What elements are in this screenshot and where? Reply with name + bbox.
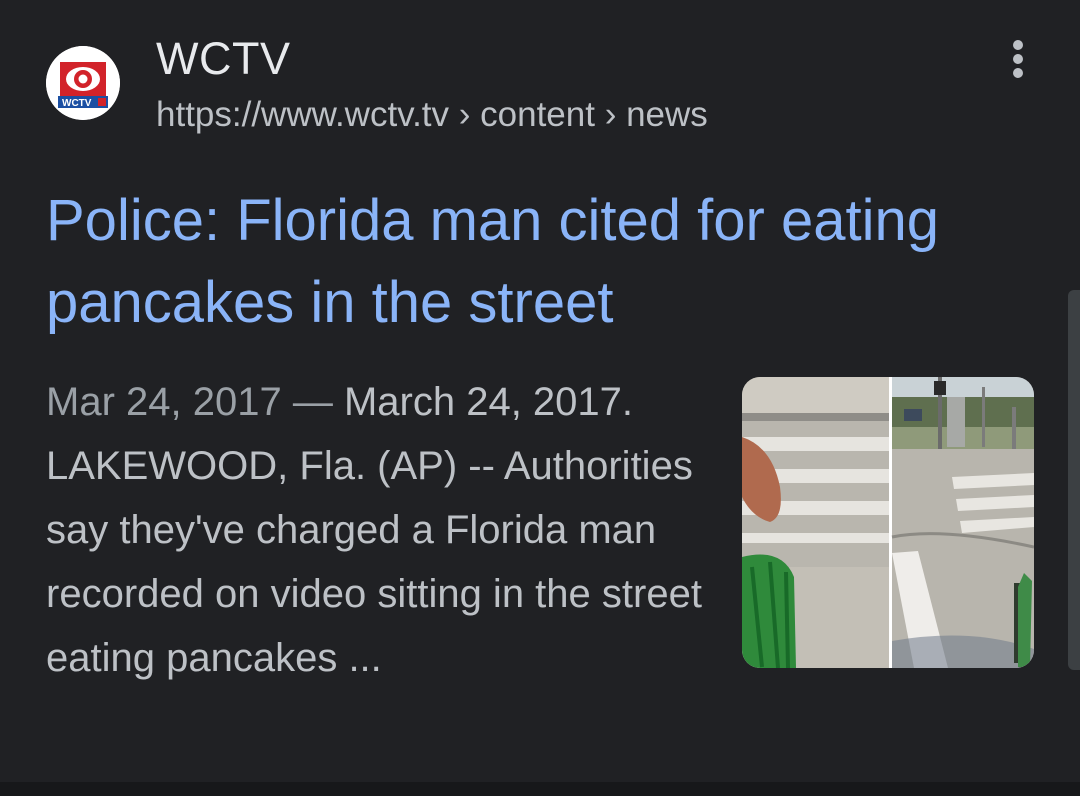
- breadcrumb-separator: ›: [604, 95, 617, 134]
- street-photo-thumbnail[interactable]: [742, 377, 1034, 668]
- result-title-link[interactable]: Police: Florida man cited for eating pan…: [46, 180, 1046, 344]
- more-vert-icon[interactable]: [1000, 36, 1036, 82]
- scroll-indicator[interactable]: [1068, 290, 1080, 670]
- site-name[interactable]: WCTV: [156, 33, 290, 85]
- url-path-news: news: [626, 95, 708, 134]
- wctv-logo-icon[interactable]: WCTV: [46, 46, 120, 120]
- result-snippet: Mar 24, 2017 — March 24, 2017. LAKEWOOD,…: [46, 370, 706, 690]
- date-separator: —: [292, 380, 333, 424]
- site-breadcrumb-url[interactable]: https://www.wctv.tv › content › news: [156, 95, 708, 135]
- url-host: https://www.wctv.tv: [156, 95, 450, 134]
- svg-text:WCTV: WCTV: [62, 98, 92, 109]
- snippet-text: March 24, 2017. LAKEWOOD, Fla. (AP) -- A…: [46, 380, 702, 680]
- breadcrumb-separator: ›: [458, 95, 471, 134]
- url-path-content: content: [480, 95, 595, 134]
- result-date: Mar 24, 2017: [46, 380, 282, 424]
- result-divider: [0, 782, 1080, 796]
- search-result-card: WCTV WCTV https://www.wctv.tv › content …: [0, 0, 1080, 782]
